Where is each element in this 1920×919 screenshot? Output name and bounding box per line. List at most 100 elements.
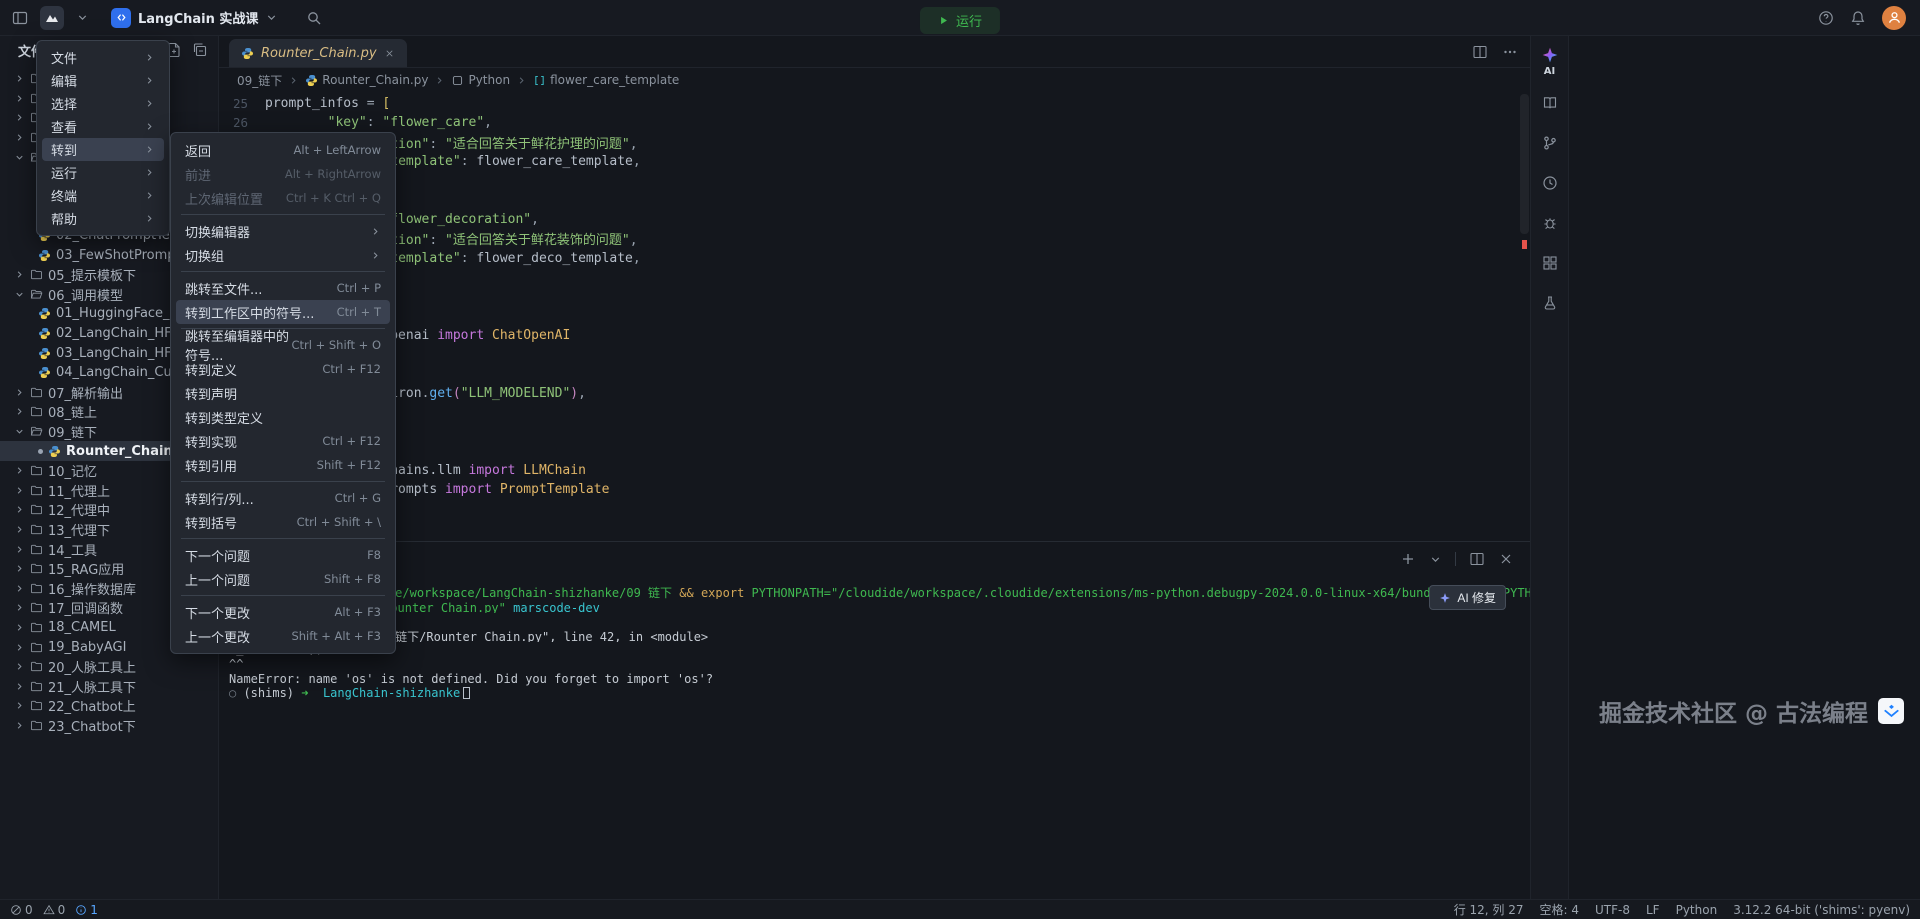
go-menu-item-4[interactable]: 切换编辑器: [176, 219, 390, 243]
ai-fix-button[interactable]: AI 修复: [1429, 585, 1506, 610]
tree-item-label: 12_代理中: [48, 500, 110, 519]
search-icon[interactable]: [306, 10, 322, 26]
avatar[interactable]: [1882, 6, 1906, 30]
folder-icon: [30, 464, 43, 477]
editor-scrollbar[interactable]: [1520, 94, 1529, 234]
toggle-sidebar-icon[interactable]: [12, 10, 28, 26]
status-warning[interactable]: 0: [43, 903, 66, 917]
go-menu-item-13[interactable]: 转到类型定义: [176, 405, 390, 429]
python-file-icon: [38, 366, 51, 379]
main-menu-item-2[interactable]: 选择: [42, 92, 164, 115]
status-error[interactable]: 0: [10, 903, 33, 917]
go-menu-item-10[interactable]: 跳转至编辑器中的符号...Ctrl + Shift + O: [176, 333, 390, 357]
main-menu: 文件编辑选择查看转到运行终端帮助: [36, 40, 170, 236]
ai-assistant-button[interactable]: AI: [1541, 46, 1559, 77]
status-bar: 001 行 12, 列 27空格: 4UTF-8LFPython3.12.2 6…: [0, 899, 1920, 919]
main-menu-item-3[interactable]: 查看: [42, 115, 164, 138]
go-menu-item-18[interactable]: 转到括号Ctrl + Shift + \: [176, 510, 390, 534]
main-menu-item-0[interactable]: 文件: [42, 46, 164, 69]
breadcrumb-item-3[interactable]: flower_care_template: [533, 73, 679, 87]
go-menu-item-20[interactable]: 下一个问题F8: [176, 543, 390, 567]
tree-chevron-icon: [14, 269, 25, 280]
tree-chevron-icon: [14, 563, 25, 574]
tree-item-label: 16_操作数据库: [48, 579, 136, 598]
clock-icon[interactable]: [1542, 175, 1558, 191]
collapse-all-icon[interactable]: [192, 42, 208, 58]
go-menu-item-0[interactable]: 返回Alt + LeftArrow: [176, 138, 390, 162]
main-menu-item-6[interactable]: 终端: [42, 184, 164, 207]
go-menu-item-7[interactable]: 跳转至文件...Ctrl + P: [176, 276, 390, 300]
help-icon[interactable]: [1818, 10, 1834, 26]
breadcrumb-item-2[interactable]: Python: [451, 73, 510, 87]
go-menu-item-14[interactable]: 转到实现Ctrl + F12: [176, 429, 390, 453]
main-menu-item-5[interactable]: 运行: [42, 161, 164, 184]
problems-summary[interactable]: 001: [10, 903, 98, 917]
tab-rounter-chain[interactable]: Rounter_Chain.py: [229, 39, 407, 67]
submenu-chevron-icon: [144, 121, 155, 132]
tree-folder-31[interactable]: 21_人脉工具下: [0, 676, 218, 696]
go-menu-item-23[interactable]: 下一个更改Alt + F3: [176, 600, 390, 624]
new-terminal-icon[interactable]: [1400, 551, 1416, 567]
tree-folder-30[interactable]: 20_人脉工具上: [0, 657, 218, 677]
status-info[interactable]: 1: [75, 903, 98, 917]
main-menu-item-7[interactable]: 帮助: [42, 207, 164, 230]
beaker-icon[interactable]: [1542, 295, 1558, 311]
breadcrumb-label: Rounter_Chain.py: [322, 73, 428, 87]
grid-icon[interactable]: [1542, 255, 1558, 271]
go-menu-item-5[interactable]: 切换组: [176, 243, 390, 267]
split-editor-icon[interactable]: [1472, 44, 1488, 60]
menu-item-label: 切换编辑器: [185, 222, 250, 241]
workspace-badge[interactable]: LangChain 实战课: [111, 8, 278, 28]
go-menu-item-21[interactable]: 上一个问题Shift + F8: [176, 567, 390, 591]
go-menu-item-17[interactable]: 转到行/列...Ctrl + G: [176, 486, 390, 510]
menu-separator: [181, 595, 385, 596]
folder-icon: [30, 523, 43, 536]
breadcrumb-item-1[interactable]: Rounter_Chain.py: [305, 73, 428, 87]
menu-chevron-icon[interactable]: [76, 11, 89, 24]
terminal-line-1: ain-shizhanke/09_链下/Rounter_Chain.py" ma…: [229, 599, 1530, 614]
menu-item-label: 编辑: [51, 71, 77, 90]
bug-icon[interactable]: [1542, 215, 1558, 231]
status-item-2[interactable]: UTF-8: [1595, 903, 1630, 917]
workspace-chevron-icon: [265, 11, 278, 24]
book-icon[interactable]: [1542, 95, 1558, 111]
explorer-actions: [166, 42, 208, 58]
ai-fix-label: AI 修复: [1457, 589, 1496, 606]
tree-folder-32[interactable]: 22_Chatbot上: [0, 696, 218, 716]
close-tab-icon[interactable]: [384, 48, 395, 59]
go-menu-item-12[interactable]: 转到声明: [176, 381, 390, 405]
status-item-5[interactable]: 3.12.2 64-bit ('shims': pyenv): [1733, 903, 1910, 917]
submenu-chevron-icon: [144, 213, 155, 224]
code-line: 40 model=os.environ.get("LLM_MODELEND"),: [219, 383, 1530, 402]
split-terminal-icon[interactable]: [1469, 551, 1485, 567]
tree-folder-33[interactable]: 23_Chatbot下: [0, 716, 218, 736]
terminal-output[interactable]: ke COMMAND="cd /cloudide/workspace/LangC…: [229, 584, 1530, 899]
main-menu-item-1[interactable]: 编辑: [42, 69, 164, 92]
menu-shortcut: Ctrl + F12: [322, 362, 381, 376]
status-item-4[interactable]: Python: [1676, 903, 1718, 917]
main-menu-item-4[interactable]: 转到: [42, 138, 164, 161]
line-number: 26: [219, 115, 265, 130]
run-button[interactable]: 运行: [920, 7, 1000, 34]
breadcrumb-item-0[interactable]: 09_链下: [237, 72, 282, 89]
notifications-icon[interactable]: [1850, 10, 1866, 26]
code-editor[interactable]: 25prompt_infos = [26 "key": "flower_care…: [219, 92, 1530, 541]
go-menu-item-8[interactable]: 转到工作区中的符号...Ctrl + T: [176, 300, 390, 324]
git-branch-icon[interactable]: [1542, 135, 1558, 151]
go-menu-item-24[interactable]: 上一个更改Shift + Alt + F3: [176, 624, 390, 648]
status-item-3[interactable]: LF: [1646, 903, 1660, 917]
more-actions-icon[interactable]: [1502, 44, 1518, 60]
ai-side-panel: [1568, 36, 1920, 899]
close-terminal-icon[interactable]: [1498, 551, 1514, 567]
submenu-chevron-icon: [144, 75, 155, 86]
menu-item-label: 终端: [51, 186, 77, 205]
breadcrumb-label: Python: [468, 73, 510, 87]
go-menu-item-15[interactable]: 转到引用Shift + F12: [176, 453, 390, 477]
terminal-cursor: [463, 687, 470, 699]
status-item-1[interactable]: 空格: 4: [1540, 901, 1580, 918]
tree-chevron-icon: [14, 602, 25, 613]
ide-logo[interactable]: [40, 6, 64, 30]
status-item-0[interactable]: 行 12, 列 27: [1454, 901, 1524, 918]
terminal-dropdown-icon[interactable]: [1429, 553, 1442, 566]
python-icon: [305, 74, 318, 87]
